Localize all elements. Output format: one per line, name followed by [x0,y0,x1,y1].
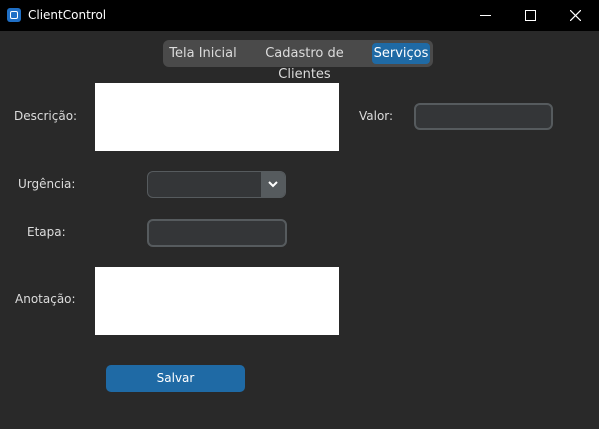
app-window: ClientControl Tela Inicial Cadastro de C… [0,0,599,429]
tab-cadastro-de-clientes[interactable]: Cadastro de Clientes [242,43,367,82]
urgencia-label: Urgência: [18,177,76,191]
anotacao-textbox[interactable] [95,267,339,335]
etapa-label: Etapa: [27,225,66,239]
urgencia-dropdown-button[interactable] [261,172,285,197]
title-bar: ClientControl [0,0,599,31]
tab-tela-inicial[interactable]: Tela Inicial [167,43,239,64]
anotacao-label: Anotação: [15,292,76,306]
descricao-label: Descrição: [14,109,78,123]
etapa-input[interactable] [147,219,287,247]
urgencia-dropdown[interactable] [147,171,286,198]
descricao-textbox[interactable] [95,83,339,151]
valor-input[interactable] [414,103,553,130]
close-icon [570,10,581,21]
valor-label: Valor: [359,109,394,123]
chevron-down-icon [268,181,278,188]
close-button[interactable] [553,0,599,31]
app-icon [7,8,21,22]
maximize-icon [525,10,536,21]
maximize-button[interactable] [508,0,554,31]
minimize-icon [480,15,491,16]
save-button[interactable]: Salvar [106,365,245,392]
window-title: ClientControl [28,8,107,22]
tab-bar: Tela Inicial Cadastro de Clientes Serviç… [163,40,433,82]
minimize-button[interactable] [463,0,509,31]
tab-servicos[interactable]: Serviços [372,43,430,64]
